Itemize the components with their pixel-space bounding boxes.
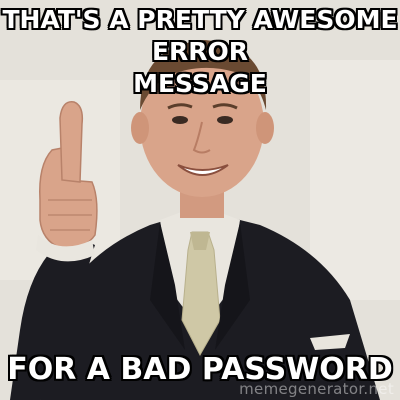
meme-image: THAT'S A PRETTY AWESOME ERROR MESSAGE FO… [0,0,400,400]
watermark: memegenerator.net [239,380,394,398]
top-caption-line-2: MESSAGE [133,69,267,98]
top-caption-line-1: THAT'S A PRETTY AWESOME ERROR [2,5,398,66]
top-caption: THAT'S A PRETTY AWESOME ERROR MESSAGE [0,4,400,100]
